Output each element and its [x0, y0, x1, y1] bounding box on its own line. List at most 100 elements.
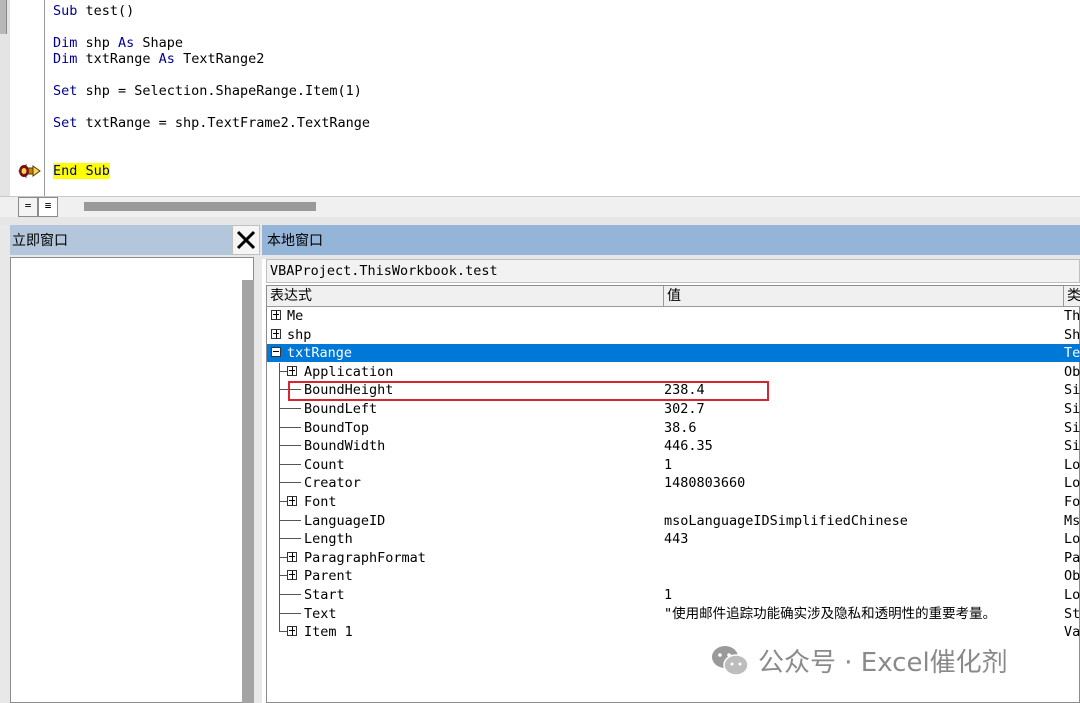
locals-row[interactable]: ParagraphFormat Pa: [267, 549, 1080, 567]
value-cell[interactable]: 302.7: [664, 400, 1059, 418]
value-cell[interactable]: 1: [664, 456, 1059, 474]
value-cell[interactable]: [664, 326, 1059, 344]
immediate-vertical-scrollbar[interactable]: [242, 280, 254, 703]
value-cell[interactable]: 38.6: [664, 419, 1059, 437]
expand-icon[interactable]: [287, 626, 297, 637]
type-cell: Si: [1064, 382, 1080, 399]
immediate-window: 立即窗口: [0, 225, 262, 703]
locals-row[interactable]: Parent Ob: [267, 567, 1080, 585]
type-cell: Pa: [1064, 549, 1080, 566]
header-value[interactable]: 值: [664, 286, 1064, 306]
locals-row[interactable]: Creator 1480803660 Lo: [267, 474, 1080, 492]
code-line-current[interactable]: End Sub: [53, 163, 110, 179]
collapse-icon[interactable]: [271, 347, 281, 358]
locals-row[interactable]: Text "使用邮件追踪功能确实涉及隐私和透明性的重要考量。 St: [267, 605, 1080, 623]
locals-row[interactable]: Count 1 Lo: [267, 456, 1080, 474]
locals-row[interactable]: Application Ob: [267, 363, 1080, 381]
header-expression[interactable]: 表达式: [267, 286, 664, 306]
type-cell: Va: [1064, 624, 1080, 641]
wechat-icon: [712, 646, 749, 676]
type-cell: Te: [1064, 345, 1080, 362]
type-cell: Ob: [1064, 568, 1080, 585]
locals-row[interactable]: Start 1 Lo: [267, 586, 1080, 604]
expression-cell: shp: [287, 326, 312, 343]
expand-icon[interactable]: [287, 570, 297, 581]
type-cell: Ob: [1064, 363, 1080, 380]
locals-row[interactable]: LanguageID msoLanguageIDSimplifiedChinese…: [267, 512, 1080, 530]
code-line-4[interactable]: Set shp = Selection.ShapeRange.Item(1): [53, 83, 362, 99]
expression-cell: Creator: [304, 475, 361, 492]
type-cell: Fo: [1064, 494, 1080, 510]
execution-pointer-icon: [18, 163, 41, 179]
expression-cell: BoundLeft: [304, 401, 378, 417]
locals-row[interactable]: shp Sh: [267, 326, 1080, 344]
type-cell: Sh: [1064, 326, 1080, 343]
header-type[interactable]: 类: [1064, 286, 1080, 306]
close-icon: [236, 230, 256, 250]
tree-line: [279, 362, 280, 633]
value-cell[interactable]: [664, 567, 1059, 585]
locals-context-label: VBAProject.ThisWorkbook.test: [270, 263, 498, 279]
pane-divider: [0, 217, 1080, 225]
expression-cell: txtRange: [287, 345, 353, 362]
expand-icon[interactable]: [271, 328, 281, 339]
watermark-text: 公众号 · Excel催化剂: [758, 648, 1008, 678]
expression-cell: Length: [304, 531, 353, 548]
code-line-3[interactable]: Dim txtRange As TextRange2: [53, 51, 264, 67]
type-cell: St: [1064, 605, 1080, 622]
locals-row[interactable]: Item 1 Va: [267, 623, 1080, 641]
locals-window-title-bar[interactable]: 本地窗口: [262, 225, 1080, 255]
value-cell[interactable]: [664, 363, 1059, 381]
value-cell[interactable]: [664, 307, 1059, 325]
code-line-1[interactable]: Sub test(): [53, 3, 134, 19]
immediate-window-title: 立即窗口: [12, 233, 68, 249]
horizontal-scrollbar-thumb[interactable]: [84, 202, 316, 211]
expand-icon[interactable]: [287, 551, 297, 562]
type-cell: Th: [1064, 308, 1080, 324]
locals-row[interactable]: txtRange Te: [267, 344, 1080, 363]
expression-cell: BoundWidth: [304, 438, 386, 455]
value-cell[interactable]: [664, 493, 1059, 511]
type-cell: Si: [1064, 401, 1080, 417]
procedure-view-button[interactable]: =: [18, 197, 38, 217]
expression-cell: Start: [304, 587, 345, 603]
locals-window-title: 本地窗口: [267, 233, 323, 249]
locals-row[interactable]: Font Fo: [267, 493, 1080, 511]
value-cell[interactable]: [664, 344, 1059, 362]
value-cell[interactable]: 1480803660: [664, 474, 1059, 492]
expression-cell: Count: [304, 456, 345, 473]
value-cell[interactable]: 443: [664, 530, 1059, 548]
close-button[interactable]: [232, 225, 260, 255]
expression-cell: Parent: [304, 568, 353, 585]
immediate-window-body[interactable]: [10, 257, 254, 703]
full-module-view-button[interactable]: ≡: [38, 197, 58, 217]
expand-icon[interactable]: [271, 310, 281, 320]
locals-row[interactable]: BoundWidth 446.35 Si: [267, 437, 1080, 455]
type-cell: Si: [1064, 438, 1080, 455]
watermark: 公众号 · Excel催化剂: [706, 640, 1080, 682]
expression-cell: Me: [287, 308, 304, 324]
value-cell[interactable]: "使用邮件追踪功能确实涉及隐私和透明性的重要考量。: [664, 605, 1059, 623]
locals-row[interactable]: Me Th: [267, 307, 1080, 325]
left-edge-strip: [0, 0, 10, 196]
expand-icon[interactable]: [287, 365, 297, 376]
locals-row[interactable]: Length 443 Lo: [267, 530, 1080, 548]
immediate-window-title-bar[interactable]: 立即窗口: [10, 225, 232, 255]
code-line-5[interactable]: Set txtRange = shp.TextFrame2.TextRange: [53, 115, 370, 131]
locals-context-box: VBAProject.ThisWorkbook.test: [266, 259, 1080, 283]
value-cell[interactable]: [664, 623, 1059, 641]
locals-row[interactable]: BoundLeft 302.7 Si: [267, 400, 1080, 418]
value-cell[interactable]: msoLanguageIDSimplifiedChinese: [664, 512, 1059, 530]
expression-cell: BoundTop: [304, 419, 370, 436]
type-cell: Si: [1064, 419, 1080, 436]
highlight-annotation-box: [288, 381, 769, 401]
expand-icon[interactable]: [287, 496, 297, 506]
code-window[interactable]: Sub test() Dim shp As Shape Dim txtRange…: [0, 0, 1080, 196]
value-cell[interactable]: 1: [664, 586, 1059, 604]
value-cell[interactable]: [664, 549, 1059, 567]
code-line-2[interactable]: Dim shp As Shape: [53, 35, 183, 51]
value-cell[interactable]: 446.35: [664, 437, 1059, 455]
locals-window: 本地窗口 VBAProject.ThisWorkbook.test 表达式 值 …: [262, 225, 1080, 703]
locals-row[interactable]: BoundTop 38.6 Si: [267, 419, 1080, 437]
type-cell: Lo: [1064, 531, 1080, 548]
